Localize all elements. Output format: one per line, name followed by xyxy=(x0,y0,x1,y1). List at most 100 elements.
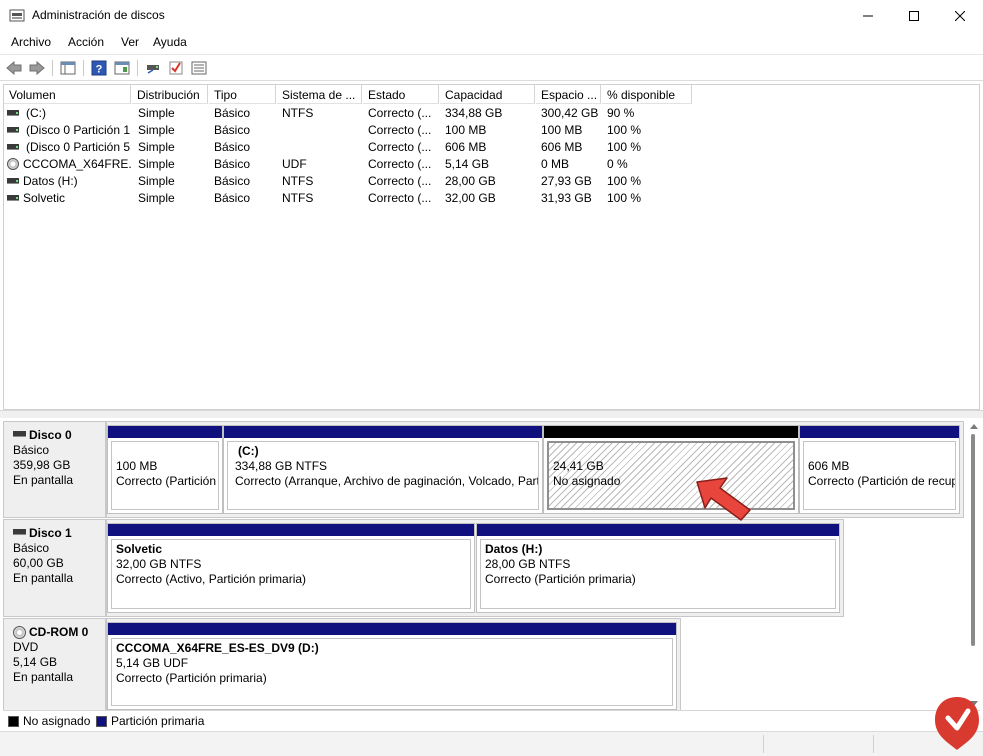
disk-name: Disco 1 xyxy=(29,526,72,540)
table-row[interactable]: (C:) Simple Básico NTFS Correcto (... 33… xyxy=(4,105,979,122)
cell-espacio: 300,42 GB xyxy=(541,106,599,120)
cell-volumen: (Disco 0 Partición 1) xyxy=(26,123,130,137)
help-button[interactable]: ? xyxy=(89,58,109,78)
cell-tipo: Básico xyxy=(214,174,251,188)
disk-label-disco-1[interactable]: Disco 1 Básico 60,00 GB En pantalla xyxy=(3,519,106,617)
column-header-volumen[interactable]: Volumen xyxy=(4,85,131,104)
check-button[interactable] xyxy=(166,58,186,78)
disk-label-disco-0[interactable]: Disco 0 Básico 359,98 GB En pantalla xyxy=(3,421,106,518)
column-header-espacio[interactable]: Espacio ... xyxy=(536,85,601,104)
console-tree-button[interactable] xyxy=(58,58,78,78)
help-icon: ? xyxy=(91,60,107,76)
table-row[interactable]: CCCOMA_X64FRE... Simple Básico UDF Corre… xyxy=(4,156,979,173)
disk-label-cdrom-0[interactable]: CD-ROM 0 DVD 5,14 GB En pantalla xyxy=(3,618,106,710)
cell-espacio: 606 MB xyxy=(541,140,583,154)
table-row[interactable]: Solvetic Simple Básico NTFS Correcto (..… xyxy=(4,190,979,207)
cell-disponible: 100 % xyxy=(607,191,642,205)
partition-status: Correcto (Partición de recup xyxy=(808,474,956,488)
forward-button[interactable] xyxy=(27,58,47,78)
connect-disk-button[interactable] xyxy=(143,58,163,78)
cell-estado: Correcto (... xyxy=(368,123,432,137)
cell-sistema: NTFS xyxy=(282,191,314,205)
menu-bar: Archivo Acción Ver Ayuda xyxy=(0,31,983,53)
partition-solvetic[interactable]: Solvetic 32,00 GB NTFS Correcto (Activo,… xyxy=(107,523,475,613)
cell-estado: Correcto (... xyxy=(368,191,432,205)
cell-sistema: UDF xyxy=(282,157,307,171)
partition-datos[interactable]: Datos (H:) 28,00 GB NTFS Correcto (Parti… xyxy=(476,523,840,613)
cd-icon xyxy=(7,158,19,170)
partition-disco0-p1[interactable]: 100 MB Correcto (Partición xyxy=(107,425,223,514)
cell-disponible: 0 % xyxy=(607,157,628,171)
scroll-up-arrow-icon[interactable] xyxy=(970,424,978,429)
back-button[interactable] xyxy=(4,58,24,78)
cell-distribucion: Simple xyxy=(138,140,175,154)
maximize-button[interactable] xyxy=(891,0,937,31)
drive-icon xyxy=(7,144,19,150)
menu-accion[interactable]: Acción xyxy=(68,35,104,49)
cell-distribucion: Simple xyxy=(138,157,175,171)
solvetic-logo-icon xyxy=(935,697,979,750)
cell-volumen: CCCOMA_X64FRE... xyxy=(23,157,131,171)
drive-icon xyxy=(7,178,19,184)
show-pane-button[interactable] xyxy=(112,58,132,78)
partition-title: Datos (H:) xyxy=(485,542,543,556)
column-header-capacidad[interactable]: Capacidad xyxy=(440,85,535,104)
cell-disponible: 90 % xyxy=(607,106,635,120)
table-row[interactable]: Datos (H:) Simple Básico NTFS Correcto (… xyxy=(4,173,979,190)
column-header-tipo[interactable]: Tipo xyxy=(209,85,276,104)
close-icon xyxy=(955,10,965,21)
partition-size: 28,00 GB NTFS xyxy=(485,557,571,571)
partition-disco0-p5[interactable]: 606 MB Correcto (Partición de recup xyxy=(799,425,960,514)
cell-disponible: 100 % xyxy=(607,140,642,154)
cell-espacio: 0 MB xyxy=(541,157,570,171)
disk-drive-icon xyxy=(13,528,26,535)
cell-capacidad: 100 MB xyxy=(445,123,487,137)
column-header-distribucion[interactable]: Distribución xyxy=(132,85,208,104)
close-button[interactable] xyxy=(937,0,983,31)
maximize-icon xyxy=(909,10,919,21)
menu-archivo[interactable]: Archivo xyxy=(11,35,51,49)
table-row[interactable]: (Disco 0 Partición 1) Simple Básico Corr… xyxy=(4,122,979,139)
cell-capacidad: 28,00 GB xyxy=(445,174,496,188)
drive-icon xyxy=(7,127,19,133)
disk-graphical-view: Disco 0 Básico 359,98 GB En pantalla 100… xyxy=(3,418,967,710)
disk-management-app-icon xyxy=(9,9,25,22)
cell-capacidad: 32,00 GB xyxy=(445,191,496,205)
cell-volumen: (C:) xyxy=(26,106,46,120)
menu-ayuda[interactable]: Ayuda xyxy=(153,35,187,49)
check-icon xyxy=(169,61,183,75)
cell-volumen: Solvetic xyxy=(23,191,66,205)
disk-type: DVD xyxy=(13,640,39,654)
partition-size: 24,41 GB xyxy=(553,459,604,473)
column-header-sistema[interactable]: Sistema de ... xyxy=(277,85,362,104)
partition-disco0-c[interactable]: (C:) 334,88 GB NTFS Correcto (Arranque, … xyxy=(223,425,543,514)
partition-title: Solvetic xyxy=(116,542,163,556)
disk-size: 359,98 GB xyxy=(13,458,71,472)
cell-volumen: (Disco 0 Partición 5) xyxy=(26,140,130,154)
cell-tipo: Básico xyxy=(214,191,251,205)
status-bar xyxy=(0,731,983,756)
partition-disco0-unallocated[interactable]: 24,41 GB No asignado xyxy=(543,425,799,514)
column-header-disponible[interactable]: % disponible xyxy=(602,85,692,104)
partition-size: 606 MB xyxy=(808,459,850,473)
partition-cdrom[interactable]: CCCOMA_X64FRE_ES-ES_DV9 (D:) 5,14 GB UDF… xyxy=(107,622,677,710)
cell-estado: Correcto (... xyxy=(368,157,432,171)
disk-type: Básico xyxy=(13,443,50,457)
cell-espacio: 100 MB xyxy=(541,123,583,137)
volume-list[interactable]: Volumen Distribución Tipo Sistema de ...… xyxy=(3,84,980,410)
minimize-button[interactable] xyxy=(845,0,891,31)
vertical-scrollbar[interactable] xyxy=(967,418,980,710)
cell-distribucion: Simple xyxy=(138,174,175,188)
pane-splitter[interactable] xyxy=(0,410,983,418)
scroll-thumb[interactable] xyxy=(971,434,975,646)
cell-tipo: Básico xyxy=(214,140,251,154)
properties-list-button[interactable] xyxy=(189,58,209,78)
table-row[interactable]: (Disco 0 Partición 5) Simple Básico Corr… xyxy=(4,139,979,156)
disk-type: Básico xyxy=(13,541,50,555)
column-header-estado[interactable]: Estado xyxy=(363,85,439,104)
console-tree-icon xyxy=(60,61,76,75)
legend-primary: Partición primaria xyxy=(96,714,204,728)
cd-drive-icon xyxy=(13,626,26,639)
partition-status: Correcto (Partición primaria) xyxy=(485,572,636,586)
menu-ver[interactable]: Ver xyxy=(121,35,139,49)
